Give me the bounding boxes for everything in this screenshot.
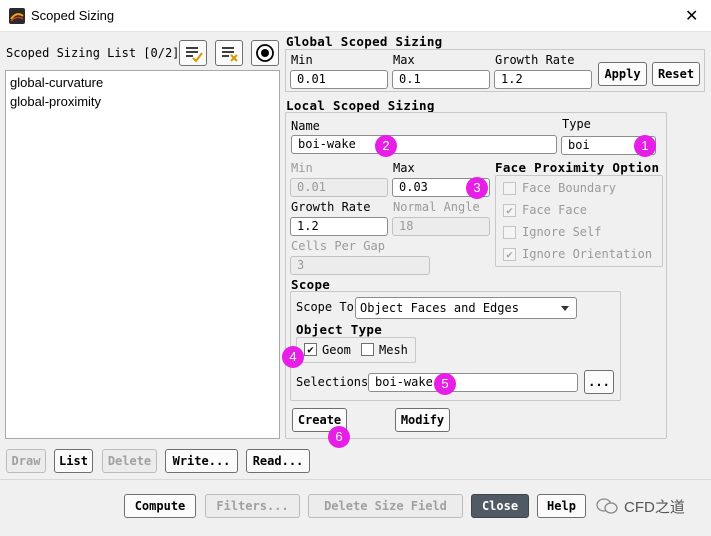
ignore-self-checkbox[interactable] — [503, 226, 516, 239]
local-min-label: Min — [291, 161, 313, 175]
geom-checkbox[interactable]: ✔ — [304, 343, 317, 356]
list-button[interactable]: List — [54, 449, 93, 473]
annotation-badge: 5 — [434, 373, 456, 395]
scope-to-label: Scope To — [296, 300, 354, 314]
watermark-text: CFD之道 — [624, 499, 685, 516]
mesh-label: Mesh — [379, 343, 408, 357]
compute-button[interactable]: Compute — [124, 494, 196, 518]
global-scoped-sizing-title: Global Scoped Sizing — [286, 34, 443, 49]
app-icon — [9, 8, 25, 24]
write-button[interactable]: Write... — [165, 449, 238, 473]
scoped-sizing-list[interactable]: global-curvature global-proximity — [5, 70, 280, 439]
modify-button[interactable]: Modify — [395, 408, 450, 432]
mesh-checkbox[interactable] — [361, 343, 374, 356]
annotation-badge: 6 — [328, 426, 350, 448]
sort-check-icon[interactable] — [179, 40, 207, 66]
face-face-label: Face Face — [522, 203, 588, 217]
target-icon[interactable] — [251, 40, 279, 66]
global-growth-rate-label: Growth Rate — [495, 53, 575, 67]
ignore-orientation-checkbox[interactable]: ✔ — [503, 248, 516, 261]
help-button[interactable]: Help — [537, 494, 586, 518]
selections-browse-button[interactable]: ... — [584, 370, 614, 394]
annotation-badge: 2 — [375, 135, 397, 157]
annotation-badge: 1 — [634, 135, 656, 157]
reset-button[interactable]: Reset — [652, 62, 700, 86]
footer-divider — [0, 479, 711, 480]
close-button[interactable]: Close — [471, 494, 529, 518]
list-item[interactable]: global-curvature — [10, 75, 103, 90]
face-boundary-checkbox[interactable] — [503, 182, 516, 195]
title-bar: Scoped Sizing ✕ — [0, 0, 711, 32]
filters-button[interactable]: Filters... — [205, 494, 300, 518]
draw-button[interactable]: Draw — [6, 449, 46, 473]
scope-title: Scope — [291, 277, 331, 292]
scope-to-value: Object Faces and Edges — [360, 301, 519, 315]
ignore-orientation-label: Ignore Orientation — [522, 247, 653, 261]
local-scoped-sizing-title: Local Scoped Sizing — [286, 98, 435, 113]
global-max-field[interactable]: 0.1 — [392, 70, 490, 89]
geom-label: Geom — [322, 343, 351, 357]
global-min-label: Min — [291, 53, 313, 67]
delete-button[interactable]: Delete — [102, 449, 157, 473]
close-window-icon[interactable]: ✕ — [685, 6, 698, 26]
list-item[interactable]: global-proximity — [10, 94, 101, 109]
selections-label: Selections — [296, 375, 369, 389]
normal-angle-field[interactable]: 18 — [392, 217, 490, 236]
object-type-title: Object Type — [296, 322, 383, 337]
name-field[interactable]: boi-wake — [291, 135, 557, 154]
local-growth-rate-label: Growth Rate — [291, 200, 371, 214]
cells-per-gap-label: Cells Per Gap — [291, 239, 385, 253]
cells-per-gap-field[interactable]: 3 — [290, 256, 430, 275]
local-growth-rate-field[interactable]: 1.2 — [290, 217, 388, 236]
delete-size-field-button[interactable]: Delete Size Field — [308, 494, 463, 518]
global-min-field[interactable]: 0.01 — [290, 70, 388, 89]
face-face-checkbox[interactable]: ✔ — [503, 204, 516, 217]
selections-field[interactable]: boi-wake — [368, 373, 578, 392]
face-proximity-option-title: Face Proximity Option — [495, 160, 660, 175]
annotation-badge: 3 — [466, 177, 488, 199]
global-growth-rate-field[interactable]: 1.2 — [494, 70, 592, 89]
wechat-icon — [596, 497, 618, 515]
global-max-label: Max — [393, 53, 415, 67]
local-min-field[interactable]: 0.01 — [290, 178, 388, 197]
ignore-self-label: Ignore Self — [522, 225, 602, 239]
face-boundary-label: Face Boundary — [522, 181, 616, 195]
name-label: Name — [291, 119, 320, 133]
annotation-badge: 4 — [282, 346, 304, 368]
apply-button[interactable]: Apply — [598, 62, 647, 86]
normal-angle-label: Normal Angle — [393, 200, 480, 214]
local-max-label: Max — [393, 161, 415, 175]
dropdown-arrow-icon — [561, 306, 569, 311]
clear-selection-icon[interactable] — [215, 40, 243, 66]
read-button[interactable]: Read... — [246, 449, 310, 473]
type-label: Type — [562, 117, 591, 131]
scoped-sizing-list-title: Scoped Sizing List [0/2] — [6, 46, 180, 60]
window-title: Scoped Sizing — [31, 8, 115, 23]
scope-to-dropdown[interactable]: Object Faces and Edges — [355, 297, 577, 319]
